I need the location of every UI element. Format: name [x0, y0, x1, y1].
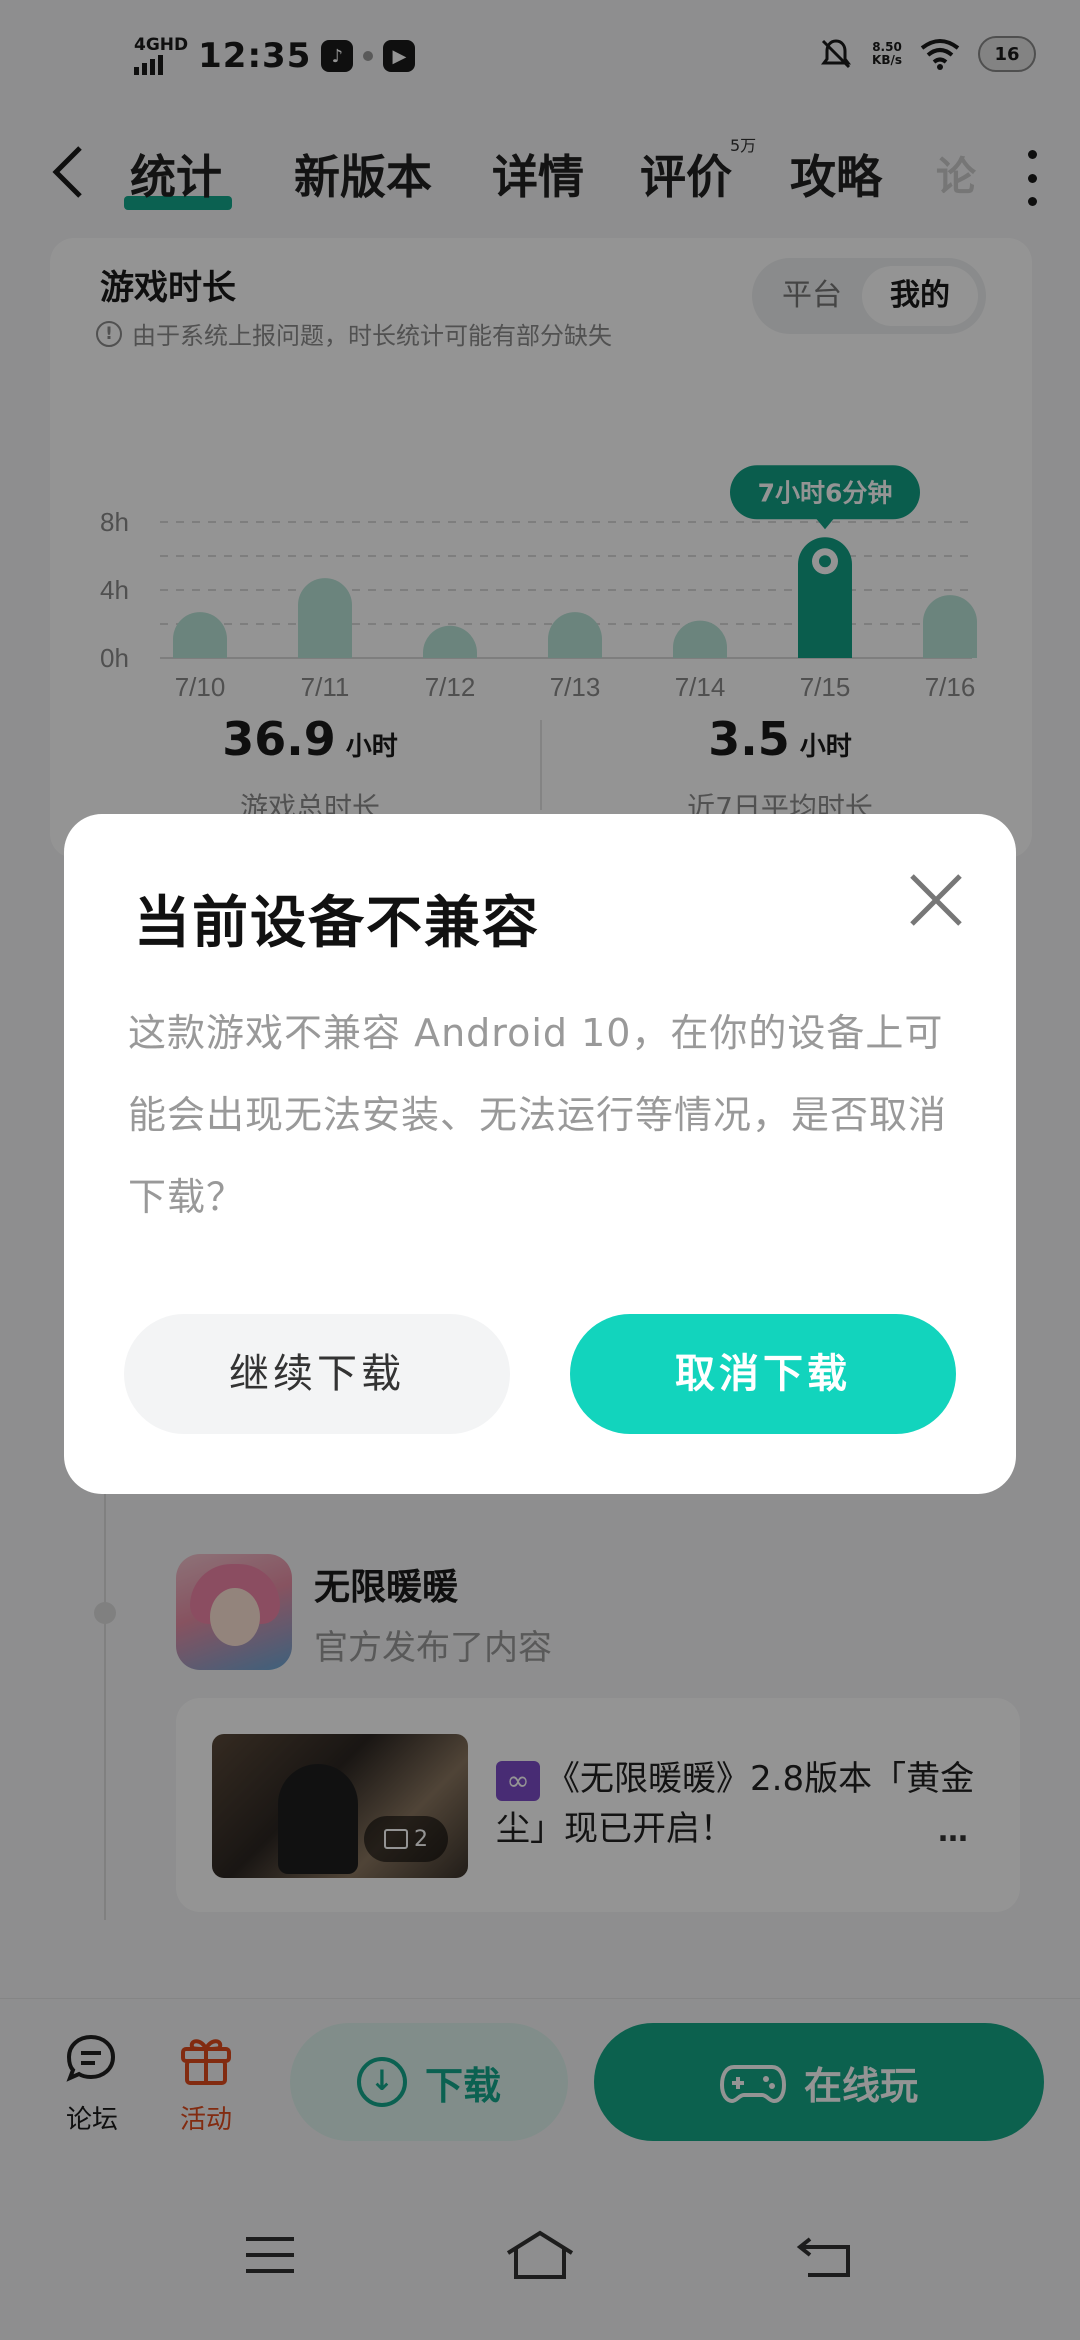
continue-download-button[interactable]: 继续下载: [124, 1314, 510, 1434]
incompatible-device-dialog: 当前设备不兼容 这款游戏不兼容 Android 10，在你的设备上可能会出现无法…: [64, 814, 1016, 1494]
close-icon: [910, 874, 962, 926]
close-button[interactable]: [902, 866, 970, 934]
cancel-download-button[interactable]: 取消下载: [570, 1314, 956, 1434]
dialog-title: 当前设备不兼容: [134, 891, 540, 956]
dialog-message: 这款游戏不兼容 Android 10，在你的设备上可能会出现无法安装、无法运行等…: [128, 1011, 948, 1219]
